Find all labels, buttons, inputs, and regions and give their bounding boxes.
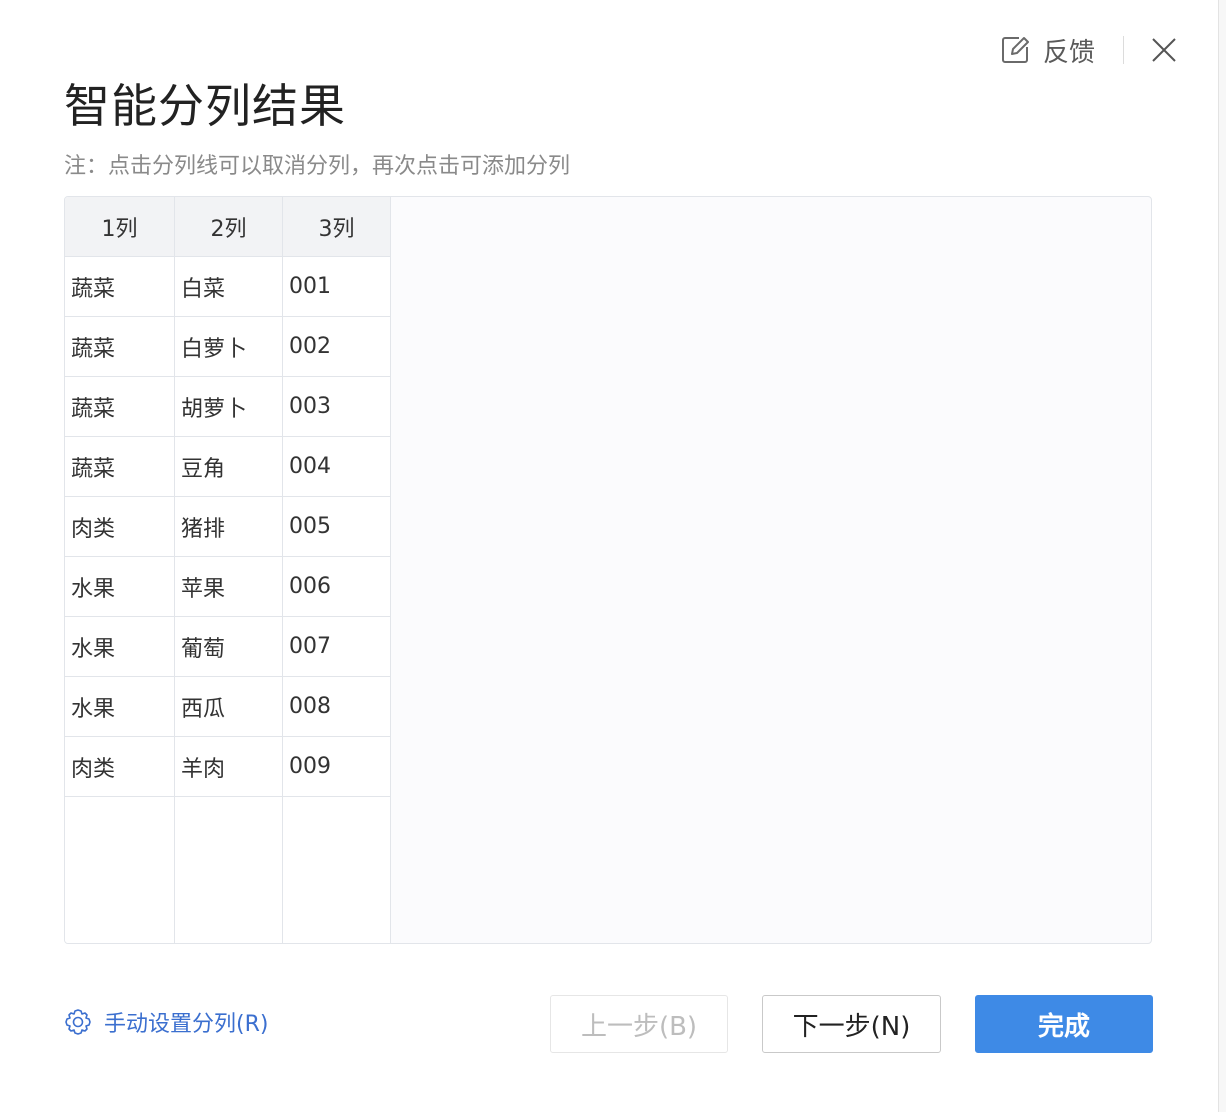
finish-button[interactable]: 完成 [975,995,1153,1053]
table-cell: 007 [283,617,390,677]
preview-column-1[interactable]: 1列 蔬菜 蔬菜 蔬菜 蔬菜 肉类 水果 水果 水果 肉类 [65,197,175,943]
background-sheet-edge [1218,0,1226,1112]
previous-step-button[interactable]: 上一步(B) [550,995,728,1053]
table-cell: 白菜 [175,257,282,317]
table-cell: 西瓜 [175,677,282,737]
table-cell: 蔬菜 [65,437,174,497]
table-cell: 水果 [65,557,174,617]
table-cell: 葡萄 [175,617,282,677]
table-cell: 白萝卜 [175,317,282,377]
table-cell: 蔬菜 [65,317,174,377]
dialog-topbar: 反馈 [999,28,1178,72]
table-cell: 001 [283,257,390,317]
table-cell: 003 [283,377,390,437]
table-cell: 005 [283,497,390,557]
preview-column-3[interactable]: 3列 001 002 003 004 005 006 007 008 009 [283,197,391,943]
table-cell: 肉类 [65,737,174,797]
table-cell: 008 [283,677,390,737]
table-cell: 猪排 [175,497,282,557]
table-cell: 豆角 [175,437,282,497]
table-cell: 羊肉 [175,737,282,797]
manual-split-label: 手动设置分列(R) [104,1012,269,1037]
topbar-divider [1123,36,1124,64]
table-cell: 002 [283,317,390,377]
split-preview-grid: 1列 蔬菜 蔬菜 蔬菜 蔬菜 肉类 水果 水果 水果 肉类 2列 白菜 白萝卜 … [64,196,1152,944]
table-cell: 苹果 [175,557,282,617]
split-hint-note: 注：点击分列线可以取消分列，再次点击可添加分列 [64,154,571,179]
feedback-label: 反馈 [1042,37,1095,68]
next-step-button[interactable]: 下一步(N) [762,995,941,1053]
table-cell: 水果 [65,677,174,737]
feedback-button[interactable]: 反馈 [999,32,1095,69]
table-cell: 肉类 [65,497,174,557]
table-cell: 水果 [65,617,174,677]
preview-column-2[interactable]: 2列 白菜 白萝卜 胡萝卜 豆角 猪排 苹果 葡萄 西瓜 羊肉 [175,197,283,943]
split-result-dialog: 反馈 智能分列结果 注：点击分列线可以取消分列，再次点击可添加分列 1列 蔬菜 … [0,0,1218,1112]
table-cell: 蔬菜 [65,377,174,437]
column-header-2[interactable]: 2列 [175,197,282,257]
table-cell: 004 [283,437,390,497]
table-cell: 006 [283,557,390,617]
gear-icon [64,1008,92,1036]
table-cell: 009 [283,737,390,797]
close-icon[interactable] [1150,36,1178,64]
manual-split-link[interactable]: 手动设置分列(R) [64,1006,268,1038]
table-cell: 胡萝卜 [175,377,282,437]
dialog-title: 智能分列结果 [64,79,346,133]
table-cell: 蔬菜 [65,257,174,317]
column-header-3[interactable]: 3列 [283,197,390,257]
edit-icon [999,34,1031,66]
column-header-1[interactable]: 1列 [65,197,174,257]
